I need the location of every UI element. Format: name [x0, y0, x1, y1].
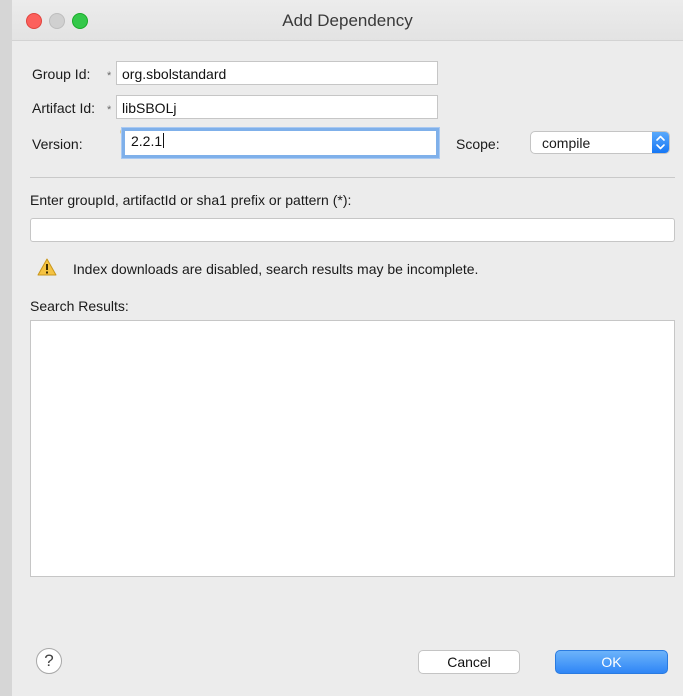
artifact-id-value: libSBOLj [122, 100, 177, 116]
help-button[interactable]: ? [36, 648, 62, 674]
version-field[interactable]: 2.2.1 [122, 128, 439, 158]
warning-icon [37, 258, 57, 276]
artifact-id-label: Artifact Id: [32, 100, 96, 116]
title-bar: Add Dependency [12, 0, 683, 41]
version-label: Version: [32, 136, 83, 152]
window-title: Add Dependency [282, 11, 413, 30]
ok-button[interactable]: OK [555, 650, 668, 674]
text-caret [163, 133, 165, 148]
scope-label: Scope: [456, 136, 500, 152]
select-arrows-icon [652, 132, 669, 153]
group-id-label: Group Id: [32, 66, 91, 82]
index-warning-text: Index downloads are disabled, search res… [73, 261, 479, 277]
search-results-label: Search Results: [30, 298, 129, 314]
group-id-required-marker: * [107, 70, 112, 82]
search-prompt-label: Enter groupId, artifactId or sha1 prefix… [30, 192, 352, 208]
scope-selected-value: compile [542, 135, 591, 151]
search-results-list[interactable] [30, 320, 675, 577]
artifact-id-required-marker: * [107, 104, 112, 116]
cancel-button[interactable]: Cancel [418, 650, 520, 674]
scope-select[interactable]: compile [530, 131, 670, 154]
group-id-field[interactable]: org.sbolstandard [116, 61, 438, 85]
search-input[interactable] [30, 218, 675, 242]
add-dependency-dialog: Add Dependency Group Id: * org.sbolstand… [12, 0, 683, 696]
question-mark-icon: ? [44, 651, 54, 670]
section-divider [30, 177, 675, 178]
group-id-value: org.sbolstandard [122, 66, 227, 82]
artifact-id-field[interactable]: libSBOLj [116, 95, 438, 119]
version-value: 2.2.1 [131, 133, 163, 149]
